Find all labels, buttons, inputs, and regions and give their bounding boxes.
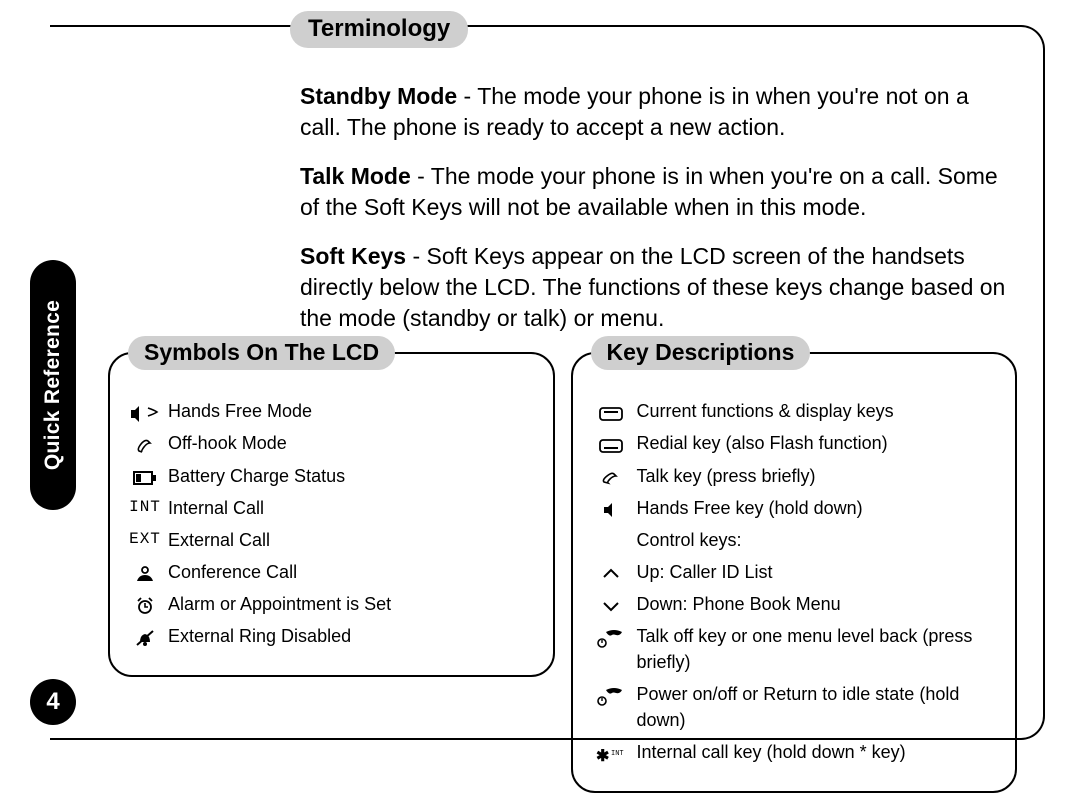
columns: Symbols On The LCD Hands Free Mode	[100, 352, 1025, 793]
page-number: 4	[46, 688, 59, 716]
term-standby: Standby Mode - The mode your phone is in…	[300, 81, 1015, 143]
list-item: Conference Call	[128, 559, 535, 585]
key-label: Hands Free key (hold down)	[637, 495, 998, 521]
key-label: Control keys:	[637, 527, 998, 553]
softkey-bottom-icon	[591, 431, 631, 457]
key-label: Internal call key (hold down * key)	[637, 739, 998, 765]
down-key-icon	[591, 592, 631, 618]
term-softkeys: Soft Keys - Soft Keys appear on the LCD …	[300, 241, 1015, 334]
list-item: Control keys:	[591, 527, 998, 553]
key-label: Redial key (also Flash function)	[637, 430, 998, 456]
list-item: Hands Free key (hold down)	[591, 495, 998, 521]
page-number-badge: 4	[30, 679, 76, 725]
svg-text:✱: ✱	[596, 748, 609, 763]
end-brief-icon	[591, 624, 631, 650]
keys-list: Current functions & display keys Redial …	[591, 398, 998, 765]
key-label: Power on/off or Return to idle state (ho…	[637, 681, 998, 733]
list-item: EXT External Call	[128, 527, 535, 553]
conference-icon	[128, 560, 162, 586]
list-item: Power on/off or Return to idle state (ho…	[591, 681, 998, 733]
list-item: Up: Caller ID List	[591, 559, 998, 585]
list-item: Battery Charge Status	[128, 463, 535, 489]
key-label: Talk off key or one menu level back (pre…	[637, 623, 998, 675]
speaker-handset-icon	[128, 399, 162, 425]
symbol-label: Hands Free Mode	[168, 398, 312, 424]
bell-off-icon	[128, 624, 162, 650]
term-talk: Talk Mode - The mode your phone is in wh…	[300, 161, 1015, 223]
heading-symbols: Symbols On The LCD	[128, 336, 395, 370]
list-item: Alarm or Appointment is Set	[128, 591, 535, 617]
list-item: INT Internal Call	[128, 495, 535, 521]
battery-icon	[128, 464, 162, 490]
symbol-label: External Call	[168, 527, 270, 553]
keys-box: Current functions & display keys Redial …	[571, 352, 1018, 793]
section-tab: Quick Reference	[30, 260, 76, 510]
symbol-label: Alarm or Appointment is Set	[168, 591, 391, 617]
term-desc: - Soft Keys appear on the LCD screen of …	[300, 243, 1005, 331]
key-label: Up: Caller ID List	[637, 559, 998, 585]
list-item: Down: Phone Book Menu	[591, 591, 998, 617]
symbol-label: Internal Call	[168, 495, 264, 521]
terminology-section: Standby Mode - The mode your phone is in…	[100, 25, 1025, 334]
symbol-label: Conference Call	[168, 559, 297, 585]
key-label: Talk key (press briefly)	[637, 463, 998, 489]
list-item: Talk key (press briefly)	[591, 463, 998, 489]
section-tab-label: Quick Reference	[41, 300, 65, 470]
end-hold-icon	[591, 682, 631, 708]
star-int-icon: ✱ INT	[591, 740, 631, 766]
svg-text:INT: INT	[611, 750, 624, 758]
list-item: External Ring Disabled	[128, 623, 535, 649]
list-item: Talk off key or one menu level back (pre…	[591, 623, 998, 675]
term-name: Talk Mode	[300, 163, 411, 189]
symbol-label: Off-hook Mode	[168, 430, 287, 456]
symbol-label: External Ring Disabled	[168, 623, 351, 649]
symbols-box: Hands Free Mode Off-hook Mode	[108, 352, 555, 677]
list-item: Current functions & display keys	[591, 398, 998, 424]
talk-key-icon	[591, 464, 631, 490]
key-label: Current functions & display keys	[637, 398, 998, 424]
softkey-top-icon	[591, 399, 631, 425]
list-item: Off-hook Mode	[128, 430, 535, 456]
alarm-icon	[128, 592, 162, 618]
list-item: Redial key (also Flash function)	[591, 430, 998, 456]
handsfree-key-icon	[591, 496, 631, 522]
list-item: ✱ INT Internal call key (hold down * key…	[591, 739, 998, 765]
key-label: Down: Phone Book Menu	[637, 591, 998, 617]
symbols-list: Hands Free Mode Off-hook Mode	[128, 398, 535, 649]
list-item: Hands Free Mode	[128, 398, 535, 424]
term-name: Standby Mode	[300, 83, 457, 109]
up-key-icon	[591, 560, 631, 586]
term-name: Soft Keys	[300, 243, 406, 269]
ext-text-icon: EXT	[128, 528, 162, 551]
heading-keys: Key Descriptions	[591, 336, 811, 370]
heading-terminology: Terminology	[290, 11, 468, 48]
symbol-label: Battery Charge Status	[168, 463, 345, 489]
int-text-icon: INT	[128, 496, 162, 519]
offhook-icon	[128, 431, 162, 457]
